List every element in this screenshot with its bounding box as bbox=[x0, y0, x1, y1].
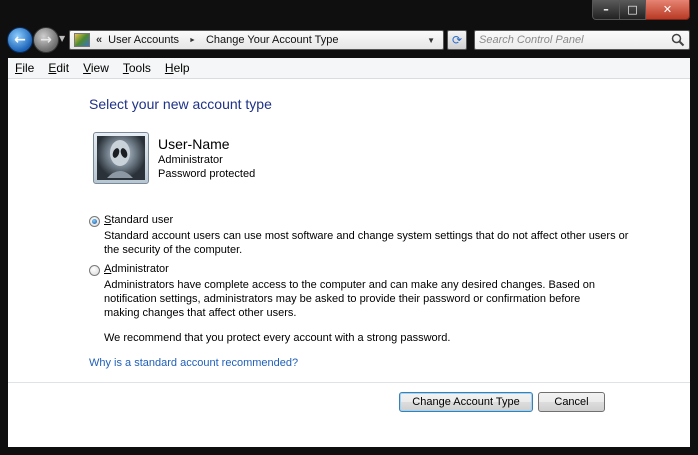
search-input[interactable] bbox=[479, 32, 659, 48]
breadcrumb-user-accounts[interactable]: User Accounts bbox=[108, 34, 179, 46]
refresh-button[interactable]: ⟳ bbox=[447, 30, 467, 50]
user-role: Administrator bbox=[158, 154, 223, 166]
maximize-button[interactable]: □ bbox=[620, 0, 646, 20]
recent-pages-dropdown-icon[interactable]: ▼ bbox=[59, 35, 67, 43]
minimize-button[interactable]: – bbox=[592, 0, 620, 20]
user-password-status: Password protected bbox=[158, 168, 256, 180]
breadcrumb-overflow-icon[interactable]: « bbox=[96, 34, 102, 46]
breadcrumb-separator-icon[interactable]: ► bbox=[189, 37, 196, 44]
address-dropdown-icon[interactable]: ▼ bbox=[427, 36, 435, 45]
control-panel-icon bbox=[74, 33, 90, 47]
search-icon[interactable] bbox=[671, 33, 685, 47]
back-button[interactable]: ← bbox=[7, 27, 33, 53]
search-box bbox=[474, 30, 690, 50]
user-name: User-Name bbox=[158, 136, 230, 152]
forward-button[interactable]: → bbox=[33, 27, 59, 53]
menu-view[interactable]: View bbox=[76, 61, 116, 75]
navigation-bar: ← → ▼ « User Accounts ► Change Your Acco… bbox=[0, 25, 698, 57]
menu-tools[interactable]: Tools bbox=[116, 61, 158, 75]
standard-user-label[interactable]: Standard user bbox=[104, 214, 173, 226]
administrator-label[interactable]: Administrator bbox=[104, 263, 169, 275]
refresh-icon: ⟳ bbox=[451, 33, 463, 47]
address-bar[interactable]: « User Accounts ► Change Your Account Ty… bbox=[69, 30, 444, 50]
user-avatar bbox=[93, 132, 149, 184]
menu-help[interactable]: Help bbox=[158, 61, 197, 75]
password-recommendation: We recommend that you protect every acco… bbox=[104, 332, 451, 344]
standard-user-description: Standard account users can use most soft… bbox=[104, 230, 629, 256]
back-arrow-icon: ← bbox=[14, 32, 26, 48]
close-button[interactable]: ✕ bbox=[646, 0, 690, 20]
menu-edit[interactable]: Edit bbox=[41, 61, 76, 75]
caption-buttons: – □ ✕ bbox=[592, 0, 690, 20]
button-bar: Change Account Type Cancel bbox=[8, 383, 690, 447]
menu-bar: File Edit View Tools Help bbox=[8, 58, 690, 79]
administrator-radio[interactable] bbox=[89, 265, 100, 276]
standard-account-help-link[interactable]: Why is a standard account recommended? bbox=[89, 357, 298, 369]
page-title: Select your new account type bbox=[89, 96, 272, 112]
forward-arrow-icon: → bbox=[40, 32, 52, 48]
change-account-type-button[interactable]: Change Account Type bbox=[399, 392, 533, 412]
menu-file[interactable]: File bbox=[8, 61, 41, 75]
breadcrumb-change-account-type[interactable]: Change Your Account Type bbox=[206, 34, 339, 46]
alien-picture-icon bbox=[97, 136, 145, 180]
administrator-description: Administrators have complete access to t… bbox=[104, 279, 595, 319]
content-pane: Select your new account type User-Name A… bbox=[8, 79, 690, 447]
cancel-button[interactable]: Cancel bbox=[538, 392, 605, 412]
standard-user-radio[interactable] bbox=[89, 216, 100, 227]
control-panel-window: – □ ✕ ← → ▼ « User Accounts ► Change You… bbox=[0, 0, 698, 455]
